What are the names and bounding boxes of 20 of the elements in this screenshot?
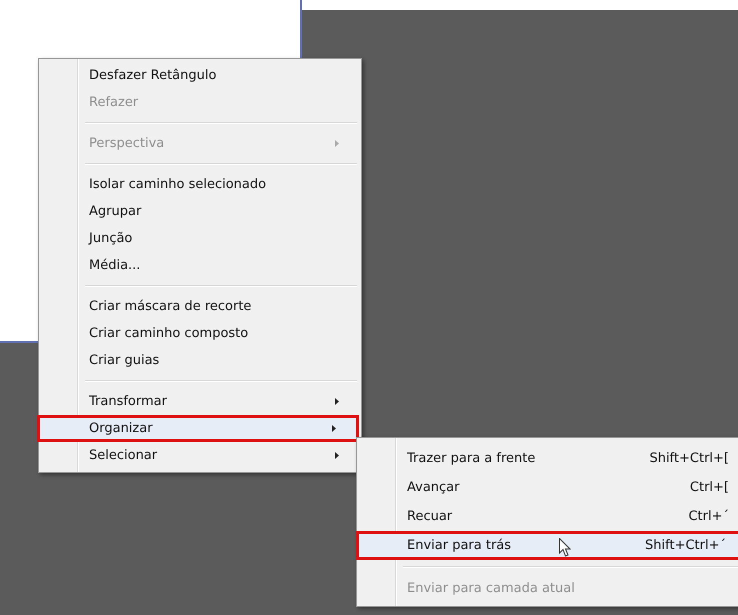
menu-item[interactable]: Junção <box>41 225 359 252</box>
menu-item[interactable]: Enviar para trás Shift+Ctrl+´ <box>356 531 738 560</box>
menu-item[interactable]: Transformar <box>41 388 359 415</box>
menu-item[interactable]: Selecionar <box>41 442 359 469</box>
menu-item[interactable]: Isolar caminho selecionado <box>41 171 359 198</box>
menu-item[interactable]: Avançar Ctrl+[ <box>359 473 738 502</box>
menu-item[interactable]: Organizar <box>37 415 359 442</box>
menu-item[interactable]: Criar máscara de recorte <box>41 293 359 320</box>
shortcut: Ctrl+´ <box>688 509 729 524</box>
shortcut: Ctrl+[ <box>690 480 729 495</box>
menu-item[interactable]: Desfazer Retângulo <box>41 62 359 89</box>
menu-item[interactable]: Agrupar <box>41 198 359 225</box>
mouse-cursor-icon <box>559 538 571 557</box>
menu-item[interactable]: Criar guias <box>41 347 359 374</box>
shortcut: Shift+Ctrl+[ <box>649 451 729 466</box>
menu-item[interactable]: Recuar Ctrl+´ <box>359 502 738 531</box>
menu-item[interactable]: Trazer para a frente Shift+Ctrl+[ <box>359 444 738 473</box>
shortcut: Shift+Ctrl+´ <box>645 538 726 553</box>
menu-item[interactable]: Média... <box>41 252 359 279</box>
menu-item[interactable]: Criar caminho composto <box>41 320 359 347</box>
